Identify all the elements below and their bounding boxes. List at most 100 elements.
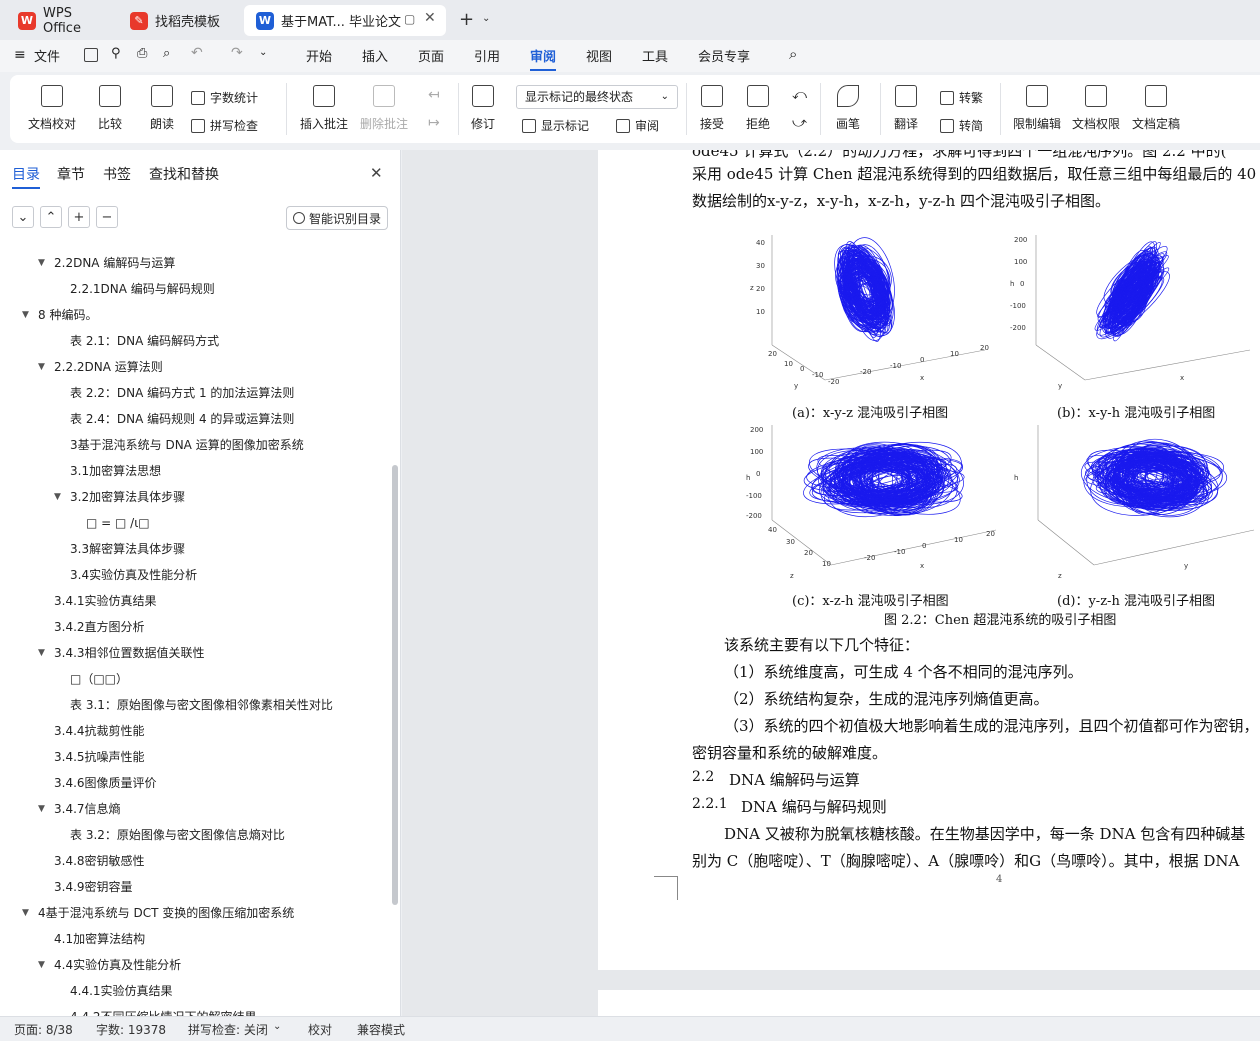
doc-check-button[interactable]: 文档校对: [28, 85, 76, 132]
simp-button[interactable]: 转简: [940, 117, 983, 134]
close-tab-icon[interactable]: ✕: [424, 10, 436, 26]
toc-item[interactable]: 3基于混沌系统与 DNA 运算的图像加密系统: [70, 432, 304, 458]
spell-check-indicator[interactable]: 拼写检查: 关闭: [188, 1021, 268, 1038]
prev-change-icon[interactable]: ⤺: [792, 87, 807, 103]
toc-item[interactable]: 3.4.8密钥敏感性: [54, 848, 145, 874]
redo-icon[interactable]: ↷: [231, 45, 243, 61]
tab-toc[interactable]: 目录: [12, 164, 40, 189]
toc-item[interactable]: 3.4.5抗噪声性能: [54, 744, 145, 770]
expand-arrow-icon[interactable]: ▼: [22, 302, 29, 328]
word-count-button[interactable]: 字数统计: [191, 89, 258, 106]
reject-button[interactable]: 拒绝: [746, 85, 770, 132]
next-change-icon[interactable]: ⤻: [792, 115, 807, 131]
word-count-indicator[interactable]: 字数: 19378: [96, 1021, 166, 1038]
quick-access-more-icon[interactable]: ⌄: [259, 47, 267, 58]
toc-item[interactable]: □ = □ /ι□: [86, 510, 150, 536]
toc-item[interactable]: ▼ 2.2DNA 编解码与运算: [38, 250, 175, 276]
toc-item[interactable]: ▼ 3.4.3相邻位置数据值关联性: [38, 640, 205, 666]
review-pane-button[interactable]: 审阅: [616, 117, 659, 134]
menu-home[interactable]: 开始: [306, 46, 332, 65]
toc-item[interactable]: ▼ 2.2.2DNA 运算法则: [38, 354, 163, 380]
read-aloud-button[interactable]: 朗读: [150, 85, 174, 132]
toc-item[interactable]: 3.4实验仿真及性能分析: [70, 562, 197, 588]
toc-scrollbar[interactable]: [392, 465, 398, 905]
toc-item[interactable]: 3.1加密算法思想: [70, 458, 161, 484]
display-state-select[interactable]: 显示标记的最终状态 ⌄: [516, 85, 678, 109]
tab-find-replace[interactable]: 查找和替换: [149, 164, 219, 184]
expand-arrow-icon[interactable]: ▼: [38, 796, 45, 822]
toc-item[interactable]: ▼ 4.4实验仿真及性能分析: [38, 952, 181, 978]
add-heading-button[interactable]: +: [68, 206, 90, 228]
toc-item[interactable]: 表 3.1：原始图像与密文图像相邻像素相关性对比: [70, 692, 333, 718]
show-markup-button[interactable]: 显示标记: [522, 117, 589, 134]
menu-view[interactable]: 视图: [586, 46, 612, 65]
expand-arrow-icon[interactable]: ▼: [38, 354, 45, 380]
menu-tools[interactable]: 工具: [642, 46, 668, 65]
toc-item[interactable]: ▼ 8 种编码。: [22, 302, 97, 328]
doc-permission-button[interactable]: 文档权限: [1072, 85, 1120, 132]
menu-page[interactable]: 页面: [418, 46, 444, 65]
smart-toc-button[interactable]: 智能识别目录: [286, 206, 388, 230]
window-restore-icon[interactable]: ▢: [404, 12, 415, 26]
collapse-all-button[interactable]: ⌃: [40, 206, 62, 228]
toc-item[interactable]: 3.4.9密钥容量: [54, 874, 133, 900]
toc-item[interactable]: ▼ 3.2加密算法具体步骤: [54, 484, 185, 510]
toc-item[interactable]: 3.4.2直方图分析: [54, 614, 145, 640]
chevron-down-icon[interactable]: ⌄: [273, 1021, 281, 1032]
print-icon[interactable]: ⎙: [137, 46, 147, 61]
tab-wps-office[interactable]: W WPS Office: [6, 5, 114, 36]
toc-item[interactable]: □（□□）: [70, 666, 128, 692]
toc-item[interactable]: ▼ 3.4.7信息熵: [38, 796, 121, 822]
toc-item[interactable]: 3.3解密算法具体步骤: [70, 536, 185, 562]
expand-arrow-icon[interactable]: ▼: [38, 952, 45, 978]
tab-chapters[interactable]: 章节: [57, 164, 85, 184]
toc-item[interactable]: 2.2.1DNA 编码与解码规则: [70, 276, 215, 302]
save-icon[interactable]: [84, 48, 98, 62]
toc-item[interactable]: 4.1加密算法结构: [54, 926, 145, 952]
hamburger-icon[interactable]: ≡: [14, 47, 26, 63]
proofread-indicator[interactable]: 校对: [308, 1021, 332, 1038]
toc-item[interactable]: ▼ 4基于混沌系统与 DCT 变换的图像压缩加密系统: [22, 900, 294, 926]
toc-item[interactable]: 表 2.1：DNA 编码解码方式: [70, 328, 219, 354]
track-changes-button[interactable]: 修订: [471, 85, 495, 132]
expand-arrow-icon[interactable]: ▼: [54, 484, 61, 510]
menu-member[interactable]: 会员专享: [698, 46, 750, 65]
new-tab-icon[interactable]: +: [459, 9, 474, 30]
menu-insert[interactable]: 插入: [362, 46, 388, 65]
accept-button[interactable]: 接受: [700, 85, 724, 132]
toc-item[interactable]: 表 2.2：DNA 编码方式 1 的加法运算法则: [70, 380, 294, 406]
insert-comment-button[interactable]: 插入批注: [300, 85, 348, 132]
tab-document[interactable]: W 基于MAT... 毕业论文 ▢ ✕: [244, 5, 446, 36]
toc-item[interactable]: 表 2.4：DNA 编码规则 4 的异或运算法则: [70, 406, 294, 432]
spell-check-button[interactable]: 拼写检查: [191, 117, 258, 134]
translate-button[interactable]: 翻译: [894, 85, 918, 132]
expand-arrow-icon[interactable]: ▼: [38, 640, 45, 666]
delete-comment-button[interactable]: 删除批注: [360, 85, 408, 132]
remove-heading-button[interactable]: −: [96, 206, 118, 228]
undo-icon[interactable]: ↶: [191, 45, 203, 61]
trad-button[interactable]: 转繁: [940, 89, 983, 106]
toc-item[interactable]: 3.4.4抗裁剪性能: [54, 718, 145, 744]
menu-file[interactable]: 文件: [34, 46, 60, 65]
menu-review[interactable]: 审阅: [530, 46, 557, 71]
finalize-button[interactable]: 文档定稿: [1132, 85, 1180, 132]
toc-item[interactable]: 3.4.1实验仿真结果: [54, 588, 157, 614]
close-icon[interactable]: ✕: [370, 164, 383, 182]
search-icon[interactable]: ⌕: [789, 45, 797, 63]
page-indicator[interactable]: 页面: 8/38: [14, 1021, 73, 1038]
toc-item[interactable]: 3.4.6图像质量评价: [54, 770, 157, 796]
toc-item[interactable]: 表 3.2：原始图像与密文图像信息熵对比: [70, 822, 285, 848]
next-comment-icon[interactable]: ↦: [428, 115, 440, 131]
chevron-down-icon[interactable]: ⌄: [482, 13, 490, 24]
toc-item[interactable]: 4.4.1实验仿真结果: [70, 978, 173, 1004]
print-preview-icon[interactable]: ⌕: [163, 46, 170, 61]
compare-button[interactable]: 比较: [98, 85, 122, 132]
share-icon[interactable]: ⚲: [111, 46, 121, 61]
expand-all-button[interactable]: ⌄: [12, 206, 34, 228]
menu-references[interactable]: 引用: [474, 46, 500, 65]
tab-bookmarks[interactable]: 书签: [103, 164, 131, 184]
pen-button[interactable]: 画笔: [836, 85, 860, 132]
tab-docer-templates[interactable]: ✎ 找稻壳模板: [118, 5, 240, 36]
expand-arrow-icon[interactable]: ▼: [22, 900, 29, 926]
expand-arrow-icon[interactable]: ▼: [38, 250, 45, 276]
